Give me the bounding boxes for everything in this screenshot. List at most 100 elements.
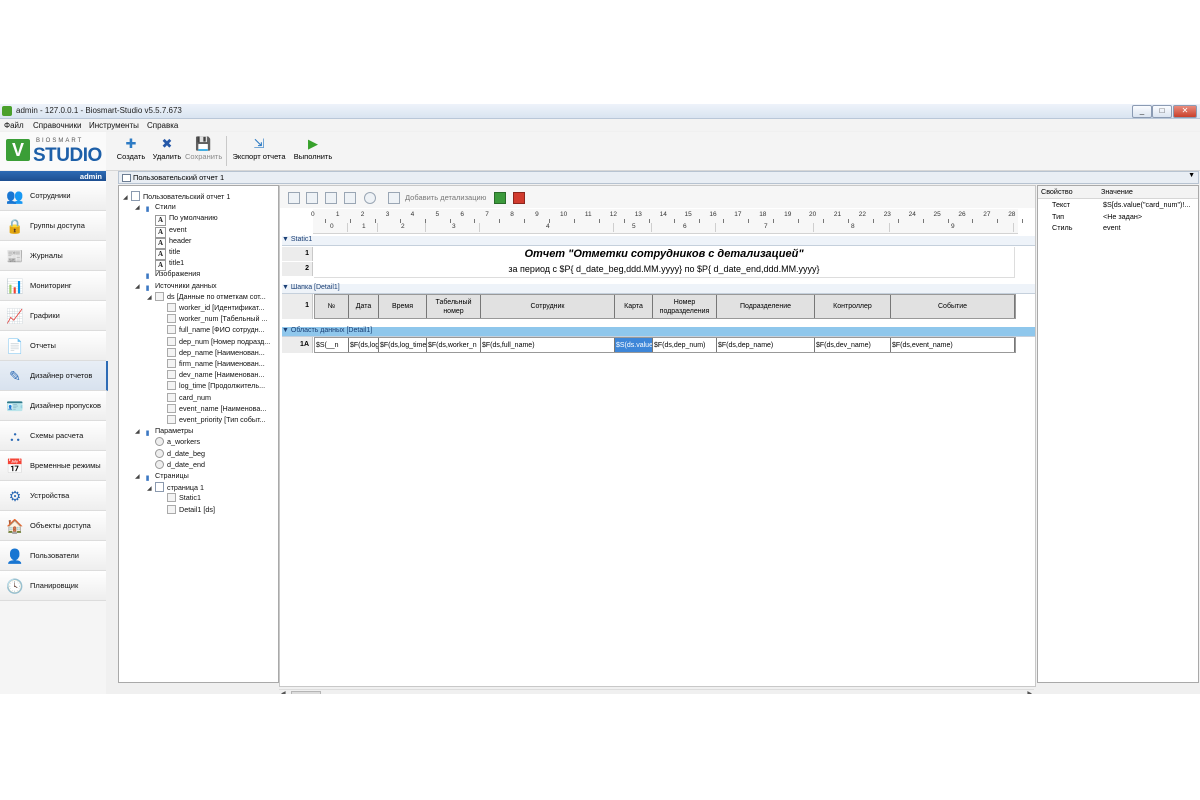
column-header-cell[interactable]: Табельный номер	[427, 295, 481, 318]
image-tool-icon[interactable]	[325, 192, 337, 204]
property-value[interactable]: $S[ds.value("card_num")!...	[1103, 200, 1196, 209]
toolbar-button-0[interactable]: ✚ Создать	[114, 135, 148, 167]
sidebar-item[interactable]: ⛬ Схемы расчета	[0, 421, 106, 451]
tree-node[interactable]: Aevent	[147, 225, 187, 238]
field-tool-icon[interactable]	[306, 192, 318, 204]
document-tab-bar[interactable]: Пользовательский отчет 1 ▼	[118, 171, 1199, 184]
property-value[interactable]: event	[1103, 223, 1196, 232]
export-pdf-icon[interactable]	[513, 192, 525, 204]
sidebar-item[interactable]: 📰 Журналы	[0, 241, 106, 271]
horizontal-scrollbar[interactable]: ◀ ▶	[279, 689, 1034, 694]
column-header-cell[interactable]: Номер подразделения	[653, 295, 717, 318]
sidebar-item[interactable]: 👥 Сотрудники	[0, 181, 106, 211]
scroll-right-icon[interactable]: ▶	[1027, 690, 1032, 694]
sidebar-item[interactable]: 📄 Отчеты	[0, 331, 106, 361]
column-header-cell[interactable]: Сотрудник	[481, 295, 615, 318]
maximize-button[interactable]: □	[1152, 105, 1172, 118]
data-field-cell[interactable]: $F(ds,event_name)	[891, 338, 1015, 352]
expand-arrow-icon[interactable]: ◢	[147, 294, 155, 301]
tree-node[interactable]: dep_num [Номер подразд...	[159, 336, 270, 348]
table-tool-icon[interactable]	[344, 192, 356, 204]
menu-item-0[interactable]: Файл	[4, 121, 24, 130]
tree-node[interactable]: firm_name [Наименован...	[159, 359, 265, 370]
sidebar-item[interactable]: 🪪 Дизайнер пропусков	[0, 391, 106, 421]
tree-node[interactable]: ◢ ▮ Источники данных	[135, 281, 217, 292]
chevron-down-icon[interactable]: ▼	[1188, 172, 1195, 179]
sidebar-item[interactable]: 👤 Пользователи	[0, 541, 106, 571]
collapse-arrow-icon[interactable]: ▼	[282, 236, 291, 243]
tree-node[interactable]: Detail1 [ds]	[159, 504, 215, 516]
sidebar-item[interactable]: 🔒 Группы доступа	[0, 211, 106, 241]
tree-node[interactable]: Atitle	[147, 247, 180, 260]
band-header-static[interactable]: ▼ Static1	[282, 236, 1035, 246]
tree-node[interactable]: Static1	[159, 493, 201, 504]
tree-node[interactable]: ◢ ▮ Параметры	[135, 426, 193, 437]
sidebar-item[interactable]: 📊 Мониторинг	[0, 271, 106, 301]
tree-node[interactable]: card_num	[159, 392, 211, 404]
tree-node[interactable]: worker_num [Табельный ...	[159, 314, 267, 325]
report-subtitle[interactable]: за период с $P{ d_date_beg,ddd.MM.yyyy} …	[314, 264, 1014, 274]
tree-node[interactable]: a_workers	[147, 437, 200, 448]
tree-node[interactable]: event_priority [Тип событ...	[159, 415, 266, 426]
sidebar-item[interactable]: 📅 Временные режимы	[0, 451, 106, 481]
export-excel-icon[interactable]	[494, 192, 506, 204]
tree-node[interactable]: dep_name [Наименован...	[159, 347, 265, 359]
property-value[interactable]: <Не задан>	[1103, 212, 1196, 221]
data-field-cell[interactable]: $F(ds,dep_name)	[717, 338, 815, 352]
tree-node[interactable]: ◢ ▮ Страницы	[135, 471, 189, 482]
expand-arrow-icon[interactable]: ◢	[135, 473, 143, 480]
column-header-cell[interactable]: №	[315, 295, 349, 318]
expand-arrow-icon[interactable]: ◢	[135, 428, 143, 435]
toolbar-button-3[interactable]: ⇲ Экспорт отчета	[231, 135, 287, 167]
tree-node[interactable]: ◢ ds [Данные по отметкам сот...	[147, 291, 266, 303]
toolbar-button-1[interactable]: ✖ Удалить	[150, 135, 184, 167]
tree-node[interactable]: log_time [Продолжитель...	[159, 381, 265, 392]
chart-tool-icon[interactable]	[364, 192, 376, 204]
sidebar-item[interactable]: ✎ Дизайнер отчетов	[0, 361, 108, 391]
tree-node[interactable]: d_date_beg	[147, 448, 205, 460]
column-header-cell[interactable]: Подразделение	[717, 295, 815, 318]
tree-node[interactable]: Aheader	[147, 236, 191, 249]
scroll-left-icon[interactable]: ◀	[281, 690, 286, 694]
tree-node[interactable]: ◢ ▮ Стили	[135, 202, 176, 213]
data-field-cell[interactable]: $F(ds,log_time	[349, 338, 379, 352]
tree-node[interactable]: ▮ Изображения	[135, 269, 201, 280]
scroll-thumb[interactable]	[291, 691, 321, 694]
tree-node[interactable]: dev_name [Наименован...	[159, 370, 264, 381]
expand-arrow-icon[interactable]: ◢	[123, 194, 131, 201]
column-header-cell[interactable]: Карта	[615, 295, 653, 318]
add-detail-button[interactable]: Добавить детализацию	[405, 193, 486, 202]
add-detail-icon[interactable]	[388, 192, 400, 204]
data-field-cell[interactable]: $F(ds,full_name)	[481, 338, 615, 352]
tree-node[interactable]: Atitle1	[147, 258, 184, 272]
expand-arrow-icon[interactable]: ◢	[135, 204, 143, 211]
data-field-cell[interactable]: $S(ds.value("ca	[615, 338, 653, 352]
menu-item-3[interactable]: Справка	[147, 121, 178, 130]
close-button[interactable]: ✕	[1173, 105, 1197, 118]
toolbar-button-4[interactable]: ▶ Выполнить	[293, 135, 333, 167]
report-title[interactable]: Отчет "Отметки сотрудников с детализацие…	[314, 248, 1014, 260]
tree-node[interactable]: event_name [Наименова...	[159, 403, 266, 415]
data-field-cell[interactable]: $F(ds,worker_n	[427, 338, 481, 352]
text-tool-icon[interactable]	[288, 192, 300, 204]
data-field-cell[interactable]: $S(__n	[315, 338, 349, 352]
tree-node[interactable]: d_date_end	[147, 459, 205, 471]
sidebar-item[interactable]: ⚙ Устройства	[0, 481, 106, 511]
tree-node[interactable]: A По умолчанию	[147, 213, 218, 227]
tree-node[interactable]: ◢ Пользовательский отчет 1	[123, 191, 230, 202]
toolbar-button-2[interactable]: 💾 Сохранить	[185, 135, 222, 167]
sidebar-item[interactable]: 🕓 Планировщик	[0, 571, 106, 601]
menu-item-1[interactable]: Справочники	[33, 121, 81, 130]
sidebar-item[interactable]: 📈 Графики	[0, 301, 106, 331]
data-field-cell[interactable]: $F(ds,log_time	[379, 338, 427, 352]
menu-item-2[interactable]: Инструменты	[89, 121, 139, 130]
minimize-button[interactable]: _	[1132, 105, 1152, 118]
data-field-cell[interactable]: $F(ds,dep_num)	[653, 338, 717, 352]
sidebar-item[interactable]: 🏠 Объекты доступа	[0, 511, 106, 541]
tree-node[interactable]: ◢ страница 1	[147, 482, 204, 493]
expand-arrow-icon[interactable]: ◢	[147, 485, 155, 492]
expand-arrow-icon[interactable]: ◢	[135, 283, 143, 290]
tree-node[interactable]: worker_id [Идентификат...	[159, 303, 264, 314]
column-header-cell[interactable]: Событие	[891, 295, 1015, 318]
column-header-cell[interactable]: Время	[379, 295, 427, 318]
